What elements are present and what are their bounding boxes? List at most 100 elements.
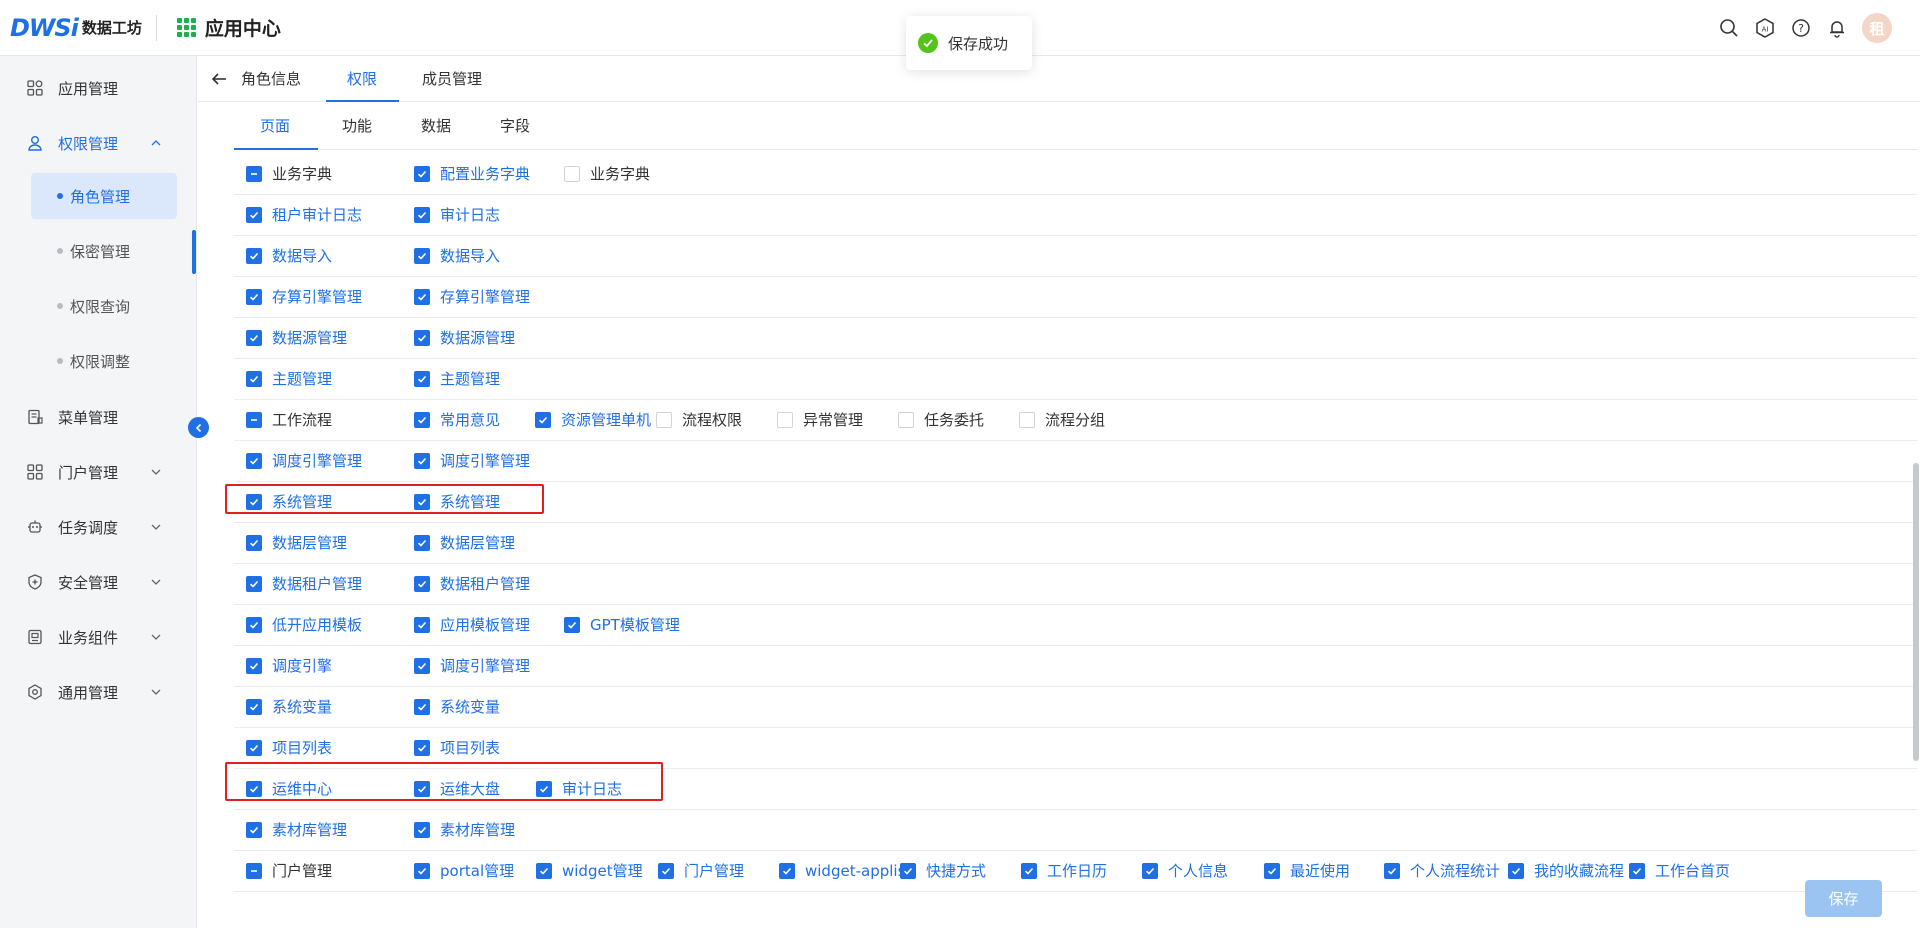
- child-checkbox[interactable]: [564, 617, 580, 633]
- child-checkbox[interactable]: [900, 863, 916, 879]
- child-label[interactable]: 工作台首页: [1655, 851, 1730, 892]
- child-label[interactable]: 常用意见: [440, 400, 500, 441]
- child-checkbox[interactable]: [564, 166, 580, 182]
- child-checkbox[interactable]: [535, 412, 551, 428]
- sidebar-item-general-management[interactable]: 通用管理: [0, 672, 197, 712]
- sidebar-item-app-management[interactable]: 应用管理: [0, 68, 197, 108]
- tab-field[interactable]: 字段: [500, 102, 530, 150]
- child-checkbox[interactable]: [414, 412, 430, 428]
- child-label[interactable]: widget管理: [562, 851, 643, 892]
- sidebar-subitem-role-management[interactable]: 角色管理: [31, 173, 177, 219]
- sidebar-scroll-indicator[interactable]: [192, 230, 196, 274]
- sidebar-subitem-permission-query[interactable]: 权限查询: [31, 283, 177, 329]
- parent-checkbox[interactable]: [246, 412, 262, 428]
- child-label[interactable]: 流程权限: [682, 400, 742, 441]
- child-label[interactable]: portal管理: [440, 851, 514, 892]
- child-label[interactable]: 素材库管理: [440, 810, 515, 851]
- sidebar-item-permission-management[interactable]: 权限管理: [0, 123, 197, 163]
- child-label[interactable]: 任务委托: [924, 400, 984, 441]
- child-label[interactable]: 业务字典: [590, 154, 650, 195]
- save-button[interactable]: 保存: [1805, 880, 1882, 917]
- child-checkbox[interactable]: [414, 617, 430, 633]
- child-checkbox[interactable]: [414, 740, 430, 756]
- parent-checkbox[interactable]: [246, 330, 262, 346]
- child-label[interactable]: 系统管理: [440, 482, 500, 523]
- parent-label[interactable]: 调度引擎管理: [272, 441, 362, 482]
- child-checkbox[interactable]: [414, 535, 430, 551]
- parent-label[interactable]: 调度引擎: [272, 646, 332, 687]
- ai-icon[interactable]: AI: [1754, 17, 1776, 39]
- child-label[interactable]: 数据租户管理: [440, 564, 530, 605]
- child-label[interactable]: 主题管理: [440, 359, 500, 400]
- parent-label[interactable]: 数据租户管理: [272, 564, 362, 605]
- parent-label[interactable]: 门户管理: [272, 851, 332, 892]
- parent-label[interactable]: 业务字典: [272, 154, 332, 195]
- child-label[interactable]: 调度引擎管理: [440, 646, 530, 687]
- parent-checkbox[interactable]: [246, 576, 262, 592]
- child-checkbox[interactable]: [1508, 863, 1524, 879]
- child-label[interactable]: 个人信息: [1168, 851, 1228, 892]
- parent-checkbox[interactable]: [246, 863, 262, 879]
- parent-checkbox[interactable]: [246, 371, 262, 387]
- child-label[interactable]: 运维大盘: [440, 769, 500, 810]
- child-checkbox[interactable]: [1384, 863, 1400, 879]
- parent-label[interactable]: 数据源管理: [272, 318, 347, 359]
- back-arrow-icon[interactable]: [208, 68, 230, 90]
- child-checkbox[interactable]: [414, 781, 430, 797]
- child-label[interactable]: 我的收藏流程: [1534, 851, 1624, 892]
- child-label[interactable]: 调度引擎管理: [440, 441, 530, 482]
- search-icon[interactable]: [1718, 17, 1740, 39]
- parent-checkbox[interactable]: [246, 658, 262, 674]
- tab-member-management[interactable]: 成员管理: [422, 56, 482, 102]
- parent-checkbox[interactable]: [246, 740, 262, 756]
- child-label[interactable]: 应用模板管理: [440, 605, 530, 646]
- parent-label[interactable]: 租户审计日志: [272, 195, 362, 236]
- bell-icon[interactable]: [1826, 17, 1848, 39]
- child-label[interactable]: 数据源管理: [440, 318, 515, 359]
- parent-label[interactable]: 素材库管理: [272, 810, 347, 851]
- parent-checkbox[interactable]: [246, 248, 262, 264]
- help-icon[interactable]: ?: [1790, 17, 1812, 39]
- sidebar-item-portal-management[interactable]: 门户管理: [0, 452, 197, 492]
- parent-checkbox[interactable]: [246, 207, 262, 223]
- parent-label[interactable]: 运维中心: [272, 769, 332, 810]
- sidebar-item-security-management[interactable]: 安全管理: [0, 562, 197, 602]
- child-checkbox[interactable]: [414, 248, 430, 264]
- child-checkbox[interactable]: [414, 371, 430, 387]
- tab-permission[interactable]: 权限: [347, 56, 377, 102]
- parent-label[interactable]: 系统管理: [272, 482, 332, 523]
- child-checkbox[interactable]: [414, 494, 430, 510]
- parent-label[interactable]: 系统变量: [272, 687, 332, 728]
- logo[interactable]: DWSi 数据工坊: [0, 0, 142, 56]
- sidebar-item-business-components[interactable]: 业务组件: [0, 617, 197, 657]
- parent-label[interactable]: 项目列表: [272, 728, 332, 769]
- child-checkbox[interactable]: [898, 412, 914, 428]
- sidebar-subitem-permission-adjust[interactable]: 权限调整: [31, 338, 177, 384]
- parent-checkbox[interactable]: [246, 494, 262, 510]
- child-checkbox[interactable]: [536, 863, 552, 879]
- parent-checkbox[interactable]: [246, 781, 262, 797]
- child-label[interactable]: 审计日志: [562, 769, 622, 810]
- parent-label[interactable]: 工作流程: [272, 400, 332, 441]
- sidebar-subitem-secrecy-management[interactable]: 保密管理: [31, 228, 177, 274]
- child-checkbox[interactable]: [414, 166, 430, 182]
- child-checkbox[interactable]: [414, 863, 430, 879]
- child-label[interactable]: 数据层管理: [440, 523, 515, 564]
- child-label[interactable]: 系统变量: [440, 687, 500, 728]
- child-label[interactable]: 门户管理: [684, 851, 744, 892]
- child-label[interactable]: 项目列表: [440, 728, 500, 769]
- child-checkbox[interactable]: [1142, 863, 1158, 879]
- main-scrollbar[interactable]: [1913, 463, 1919, 761]
- parent-label[interactable]: 主题管理: [272, 359, 332, 400]
- sidebar-collapse-button[interactable]: [188, 417, 209, 438]
- parent-checkbox[interactable]: [246, 453, 262, 469]
- child-checkbox[interactable]: [414, 576, 430, 592]
- tab-role-info[interactable]: 角色信息: [241, 56, 301, 102]
- child-checkbox[interactable]: [414, 822, 430, 838]
- child-checkbox[interactable]: [414, 699, 430, 715]
- parent-checkbox[interactable]: [246, 535, 262, 551]
- child-label[interactable]: widget-applist: [805, 851, 911, 892]
- child-label[interactable]: 配置业务字典: [440, 154, 530, 195]
- child-checkbox[interactable]: [1019, 412, 1035, 428]
- child-label[interactable]: 流程分组: [1045, 400, 1105, 441]
